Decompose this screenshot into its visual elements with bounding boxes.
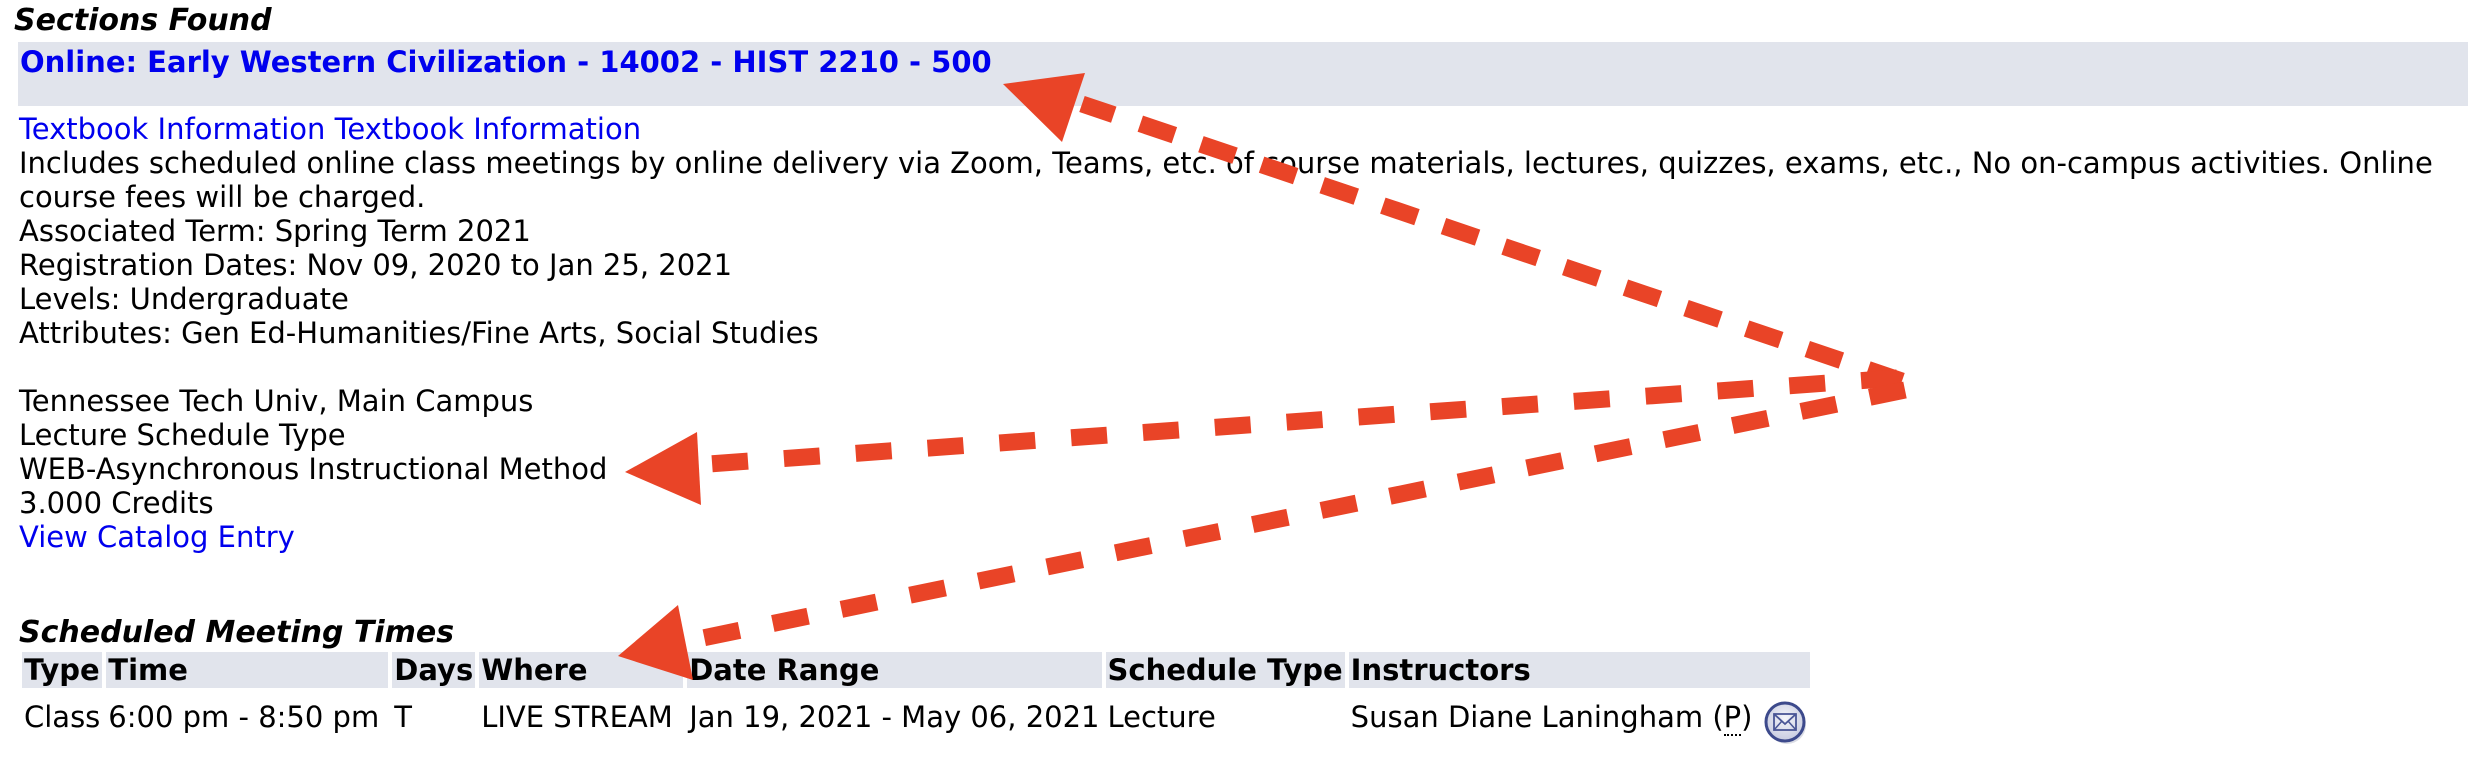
- campus: Tennessee Tech Univ, Main Campus: [19, 384, 534, 418]
- cell-instructors: Susan Diane Laningham (P): [1349, 688, 1810, 746]
- attributes: Attributes: Gen Ed-Humanities/Fine Arts,…: [19, 316, 819, 350]
- column-header-where: Where: [479, 652, 684, 688]
- cell-schedule-type: Lecture: [1107, 700, 1216, 734]
- sections-found-heading: Sections Found: [14, 3, 272, 38]
- column-header-days: Days: [392, 652, 476, 688]
- column-header-type: Type: [22, 652, 103, 688]
- scheduled-meeting-times-caption: Scheduled Meeting Times: [19, 615, 455, 650]
- section-title-bar: Online: Early Western Civilization - 140…: [18, 42, 2468, 106]
- textbook-information-link[interactable]: Textbook Information Textbook Informatio…: [19, 112, 2449, 146]
- levels: Levels: Undergraduate: [19, 282, 349, 316]
- instructional-method: WEB-Asynchronous Instructional Method: [19, 452, 608, 486]
- cell-days: T: [394, 700, 413, 734]
- cell-where: LIVE STREAM: [481, 700, 673, 734]
- schedule-type: Lecture Schedule Type: [19, 418, 346, 452]
- primary-close-paren: ): [1741, 700, 1753, 734]
- column-header-schedule-type: Schedule Type: [1105, 652, 1345, 688]
- instructor-name: Susan Diane Laningham: [1350, 700, 1704, 734]
- table-header-row: Type Time Days Where Date Range Schedule…: [22, 652, 1810, 688]
- column-header-instructors: Instructors: [1348, 652, 1810, 688]
- meeting-times-table: Type Time Days Where Date Range Schedule…: [18, 652, 1814, 746]
- primary-instructor-marker: P: [1723, 700, 1742, 736]
- cell-time: 6:00 pm - 8:50 pm: [108, 700, 380, 734]
- view-catalog-entry-link[interactable]: View Catalog Entry: [19, 520, 2449, 554]
- envelope-icon: [1764, 701, 1806, 744]
- primary-open-paren: (: [1712, 700, 1724, 734]
- email-instructor-envelope-icon[interactable]: [1764, 701, 1808, 745]
- credits: 3.000 Credits: [19, 486, 214, 520]
- cell-date-range: Jan 19, 2021 - May 06, 2021: [689, 700, 1100, 734]
- section-details: Textbook Information Textbook Informatio…: [19, 112, 2449, 554]
- cell-type: Class: [24, 700, 101, 734]
- registration-dates: Registration Dates: Nov 09, 2020 to Jan …: [19, 248, 733, 282]
- column-header-date-range: Date Range: [687, 652, 1102, 688]
- section-description: Includes scheduled online class meetings…: [19, 146, 2433, 214]
- associated-term: Associated Term: Spring Term 2021: [19, 214, 531, 248]
- section-title-link[interactable]: Online: Early Western Civilization - 140…: [20, 42, 992, 82]
- column-header-time: Time: [106, 652, 389, 688]
- table-row: Class 6:00 pm - 8:50 pm T LIVE STREAM Ja…: [22, 688, 1810, 746]
